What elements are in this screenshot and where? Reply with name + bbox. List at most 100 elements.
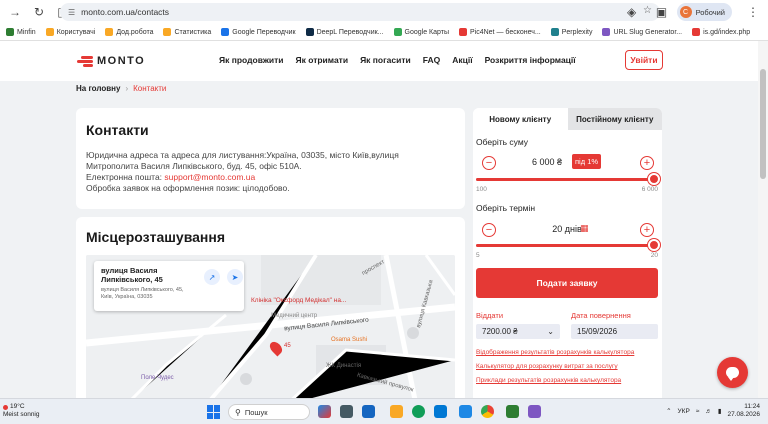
- calc-link-cost-calculator[interactable]: Калькулятор для розрахунку витрат за пос…: [476, 363, 618, 370]
- profile-label: Робочий: [695, 7, 725, 17]
- bookmark-item[interactable]: Perplexity: [550, 28, 593, 36]
- open-in-maps-icon[interactable]: ↗: [204, 269, 220, 285]
- reload-icon[interactable]: ↻: [30, 3, 48, 21]
- bookmark-item[interactable]: Статистика: [163, 28, 211, 36]
- wifi-icon[interactable]: ≈: [696, 408, 700, 415]
- site-info-icon[interactable]: ☰: [68, 8, 75, 17]
- bookmark-item[interactable]: Minfin: [6, 28, 36, 36]
- bookmark-label: Статистика: [174, 28, 212, 36]
- chrome-icon[interactable]: [481, 405, 494, 418]
- back-arrow-icon[interactable]: →: [6, 3, 24, 21]
- taskbar-app-edge-icon[interactable]: [362, 405, 375, 418]
- bookmark-item[interactable]: is.gd/index.php: [692, 28, 750, 36]
- bookmarks-bar: Minfin Користувачі Дод.робота Статистика Goo…: [0, 24, 768, 41]
- taskbar-search[interactable]: ⚲ Пошук: [228, 404, 310, 420]
- map-place-address: вулиця Василя Липківського, 45, Київ, Ук…: [101, 287, 184, 300]
- map[interactable]: вулиця Василя Липківського, 45 вулиця Ва…: [86, 255, 455, 405]
- weather-temp: 19°C: [10, 403, 25, 410]
- profile-button[interactable]: С Робочий: [676, 3, 732, 21]
- tab-regular-client[interactable]: Постійному клієнту: [567, 108, 662, 130]
- volume-icon[interactable]: ♬: [705, 408, 712, 415]
- bookmark-item[interactable]: Pic4Net — бесконеч...: [458, 28, 541, 36]
- repay-select[interactable]: 7200.00 ₴ ⌄: [476, 324, 560, 339]
- bookmark-favicon-icon: [105, 28, 114, 36]
- breadcrumb-separator: ›: [125, 84, 129, 93]
- chat-button[interactable]: [717, 357, 748, 388]
- bookmark-item[interactable]: Google Карты: [393, 28, 449, 36]
- taskbar-app-pinned-1-icon[interactable]: [318, 405, 331, 418]
- amount-plus-button[interactable]: +: [640, 156, 654, 170]
- login-button[interactable]: Увійти: [625, 50, 663, 70]
- nav-item-promos[interactable]: Акції: [452, 55, 472, 65]
- email-row: Електронна пошта: support@monto.com.ua: [86, 172, 455, 183]
- clock-time: 11:24: [744, 403, 760, 410]
- loan-calculator: Новому клієнту Постійному клієнту Оберіт…: [473, 108, 662, 407]
- tab-new-client[interactable]: Новому клієнту: [473, 108, 568, 130]
- nav-item-disclosure[interactable]: Розкриття інформації: [485, 55, 576, 65]
- term-slider-thumb[interactable]: [648, 239, 660, 251]
- email-link[interactable]: support@monto.com.ua: [164, 172, 255, 182]
- amount-slider-thumb[interactable]: [648, 173, 660, 185]
- term-plus-button[interactable]: +: [640, 223, 654, 237]
- bookmark-favicon-icon: [6, 28, 14, 36]
- bookmark-label: Minfin: [17, 28, 36, 36]
- amount-slider-fill: [476, 178, 654, 181]
- return-date-label: Дата повернення: [571, 311, 631, 320]
- breadcrumb-current: Контакти: [133, 84, 167, 93]
- apply-button[interactable]: Подати заявку: [476, 268, 658, 298]
- nav-item-repay[interactable]: Як погасити: [360, 55, 411, 65]
- file-explorer-icon[interactable]: [390, 405, 403, 418]
- language-indicator[interactable]: УКР: [678, 408, 690, 415]
- clock[interactable]: 11:24 27.08.2026: [727, 403, 760, 419]
- term-stepper: − 20 днів ▦ +: [476, 219, 658, 241]
- nav-item-extend[interactable]: Як продовжити: [219, 55, 283, 65]
- taskbar-app-outlook-icon[interactable]: [434, 405, 447, 418]
- taskbar-app-excel-icon[interactable]: [506, 405, 519, 418]
- bookmark-favicon-icon: [221, 28, 230, 36]
- menu-dots-icon[interactable]: ⋮: [744, 3, 762, 21]
- scrollbar-thumb[interactable]: [760, 69, 766, 179]
- nav-item-faq[interactable]: FAQ: [423, 55, 440, 65]
- task-view-icon[interactable]: [340, 405, 353, 418]
- bookmark-label: Perplexity: [561, 28, 593, 36]
- address-bar[interactable]: ☰ monto.com.ua/contacts ☆: [60, 3, 660, 21]
- site-header: MONTO Як продовжити Як отримати Як погас…: [0, 41, 768, 81]
- search-icon: ⚲: [235, 407, 241, 417]
- bookmark-item[interactable]: Користувачі: [45, 28, 95, 36]
- calendar-icon[interactable]: ▦: [580, 223, 589, 234]
- windows-start-icon[interactable]: [207, 405, 221, 419]
- nav-item-get[interactable]: Як отримати: [295, 55, 348, 65]
- bookmark-item[interactable]: Google Переводчик: [221, 28, 296, 36]
- calculator-tabs: Новому клієнту Постійному клієнту: [473, 108, 662, 130]
- term-slider[interactable]: [476, 239, 660, 251]
- bookmark-item[interactable]: Дод.робота: [105, 28, 153, 36]
- url-text: monto.com.ua/contacts: [81, 7, 170, 17]
- weather-widget[interactable]: 19°C Meist sonnig: [3, 403, 40, 419]
- bookmark-item[interactable]: URL Slug Generator...: [602, 28, 682, 36]
- contacts-card: Контакти Юридична адреса та адреса для л…: [76, 108, 465, 209]
- taskbar-app-store-icon[interactable]: [459, 405, 472, 418]
- site-logo[interactable]: MONTO: [75, 55, 145, 67]
- bookmark-favicon-icon: [550, 28, 559, 36]
- taskbar-app-edge-green-icon[interactable]: [412, 405, 425, 418]
- extensions-icon[interactable]: ◈: [623, 3, 641, 21]
- repay-value: 7200.00 ₴: [482, 327, 518, 336]
- page-scrollbar[interactable]: [758, 41, 768, 398]
- directions-icon[interactable]: ➤: [227, 269, 243, 285]
- calc-link-examples[interactable]: Приклади результатів розрахунків калькул…: [476, 377, 621, 384]
- weather-alert-icon: [3, 404, 8, 410]
- location-card: Місцерозташування вулиця Василя Липківсь…: [76, 217, 465, 407]
- map-pin-number: 45: [284, 343, 291, 349]
- map-place-title: вулиця Василя Липківського, 45: [101, 266, 163, 284]
- battery-icon[interactable]: ▮: [718, 407, 722, 415]
- tab-search-icon[interactable]: ▣: [653, 3, 671, 21]
- taskbar-app-slack-icon[interactable]: [528, 405, 541, 418]
- calc-link-results-display[interactable]: Відображення результатів розрахунків кал…: [476, 349, 634, 356]
- page-title: Контакти: [86, 122, 149, 138]
- os-taskbar: 19°C Meist sonnig ⚲ Пошук ⌃ УКР ≈ ♬ ▮ 11…: [0, 398, 768, 424]
- breadcrumb-home[interactable]: На головну: [76, 84, 120, 93]
- tray-chevron-up-icon[interactable]: ⌃: [666, 407, 671, 415]
- amount-slider[interactable]: [476, 173, 660, 185]
- amount-max: 6 000: [641, 186, 658, 193]
- bookmark-item[interactable]: DeepL Переводчик...: [305, 28, 384, 36]
